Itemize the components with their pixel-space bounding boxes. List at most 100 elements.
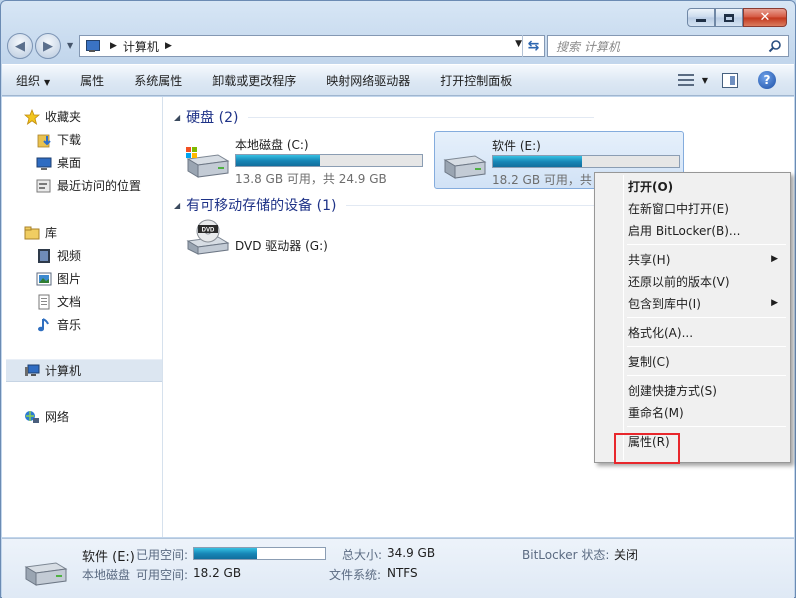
drive-item-dvd[interactable]: DVD DVD 驱动器 (G:) (178, 217, 428, 275)
svg-text:DVD: DVD (202, 228, 215, 234)
search-icon[interactable] (768, 39, 782, 53)
details-usage-bar (193, 547, 326, 560)
organize-label: 组织 (16, 73, 41, 88)
documents-icon (36, 294, 52, 310)
drive-usage-fill (236, 155, 320, 166)
details-used-label: 已用空间: (136, 548, 189, 562)
menu-separator (627, 244, 786, 245)
menu-item-rename[interactable]: 重命名(M) (597, 401, 788, 423)
refresh-icon: ⇆ (527, 38, 540, 54)
submenu-arrow-icon: ▶ (771, 254, 778, 264)
menu-item-bitlocker[interactable]: 启用 BitLocker(B)... (597, 219, 788, 241)
removable-header[interactable]: ◢ 有可移动存储的设备 (1) (174, 195, 594, 215)
view-options-dropdown-icon[interactable]: ▼ (702, 76, 708, 85)
downloads-folder-icon (36, 132, 52, 148)
menu-item-open[interactable]: 打开(O) (597, 175, 788, 197)
preview-pane-icon[interactable] (722, 72, 738, 88)
favorites-group: 收藏夹 下载 桌面 最近访问的位置 (2, 105, 163, 197)
menu-item-label: 包含到库中(I) (628, 296, 701, 311)
menu-item-restore-versions[interactable]: 还原以前的版本(V) (597, 270, 788, 292)
change-view-icon[interactable] (677, 73, 694, 87)
details-pane: 软件 (E:) 已用空间: 本地磁盘 可用空间: 18.2 GB 总大小: 34… (2, 538, 794, 598)
menu-item-share[interactable]: 共享(H) ▶ (597, 248, 788, 270)
map-network-drive-button[interactable]: 映射网络驱动器 (326, 72, 410, 89)
close-button[interactable]: ✕ (743, 8, 787, 27)
sidebar-item-network[interactable]: 网络 (2, 405, 163, 428)
address-row: ◀ ▶ ▼ ▶ 计算机 ▶ ▼ ⇆ 搜索 计算机 (7, 31, 789, 61)
menu-separator (627, 317, 786, 318)
menu-separator (627, 346, 786, 347)
details-fs-value: NTFS (387, 566, 418, 580)
details-bitlocker-label: BitLocker 状态: (522, 548, 610, 562)
sidebar-item-label: 下载 (57, 133, 82, 147)
organize-button[interactable]: 组织 ▼ (16, 72, 50, 89)
sidebar-item-favorites[interactable]: 收藏夹 (2, 105, 163, 128)
hard-disks-header[interactable]: ◢ 硬盘 (2) (174, 107, 594, 127)
back-button[interactable]: ◀ (7, 33, 33, 59)
recent-pages-dropdown[interactable]: ▼ (67, 41, 73, 50)
dvd-drive-icon: DVD (186, 219, 230, 255)
drive-usage-bar (492, 155, 680, 168)
help-icon[interactable]: ? (758, 71, 776, 89)
sidebar-item-downloads[interactable]: 下载 (2, 128, 163, 151)
sidebar-item-label: 文档 (57, 295, 82, 309)
menu-item-create-shortcut[interactable]: 创建快捷方式(S) (597, 379, 788, 401)
computer-icon (24, 363, 40, 379)
menu-item-format[interactable]: 格式化(A)... (597, 321, 788, 343)
menu-separator (627, 426, 786, 427)
sidebar-item-label: 最近访问的位置 (57, 179, 142, 193)
library-icon (24, 225, 40, 241)
menu-item-copy[interactable]: 复制(C) (597, 350, 788, 372)
breadcrumb-chevron-icon[interactable]: ▶ (110, 41, 117, 51)
windows-drive-icon (186, 147, 230, 178)
collapse-triangle-icon[interactable]: ◢ (174, 113, 180, 122)
sidebar-item-label: 收藏夹 (45, 110, 82, 124)
sidebar-item-recent-places[interactable]: 最近访问的位置 (2, 174, 163, 197)
forward-button[interactable]: ▶ (35, 33, 61, 59)
properties-button[interactable]: 属性 (80, 72, 104, 89)
drive-space-info: 13.8 GB 可用，共 24.9 GB (235, 172, 387, 186)
breadcrumb-chevron-icon[interactable]: ▶ (165, 41, 172, 51)
computer-icon (84, 39, 100, 53)
drive-usage-fill (493, 156, 583, 167)
drive-name: DVD 驱动器 (G:) (235, 239, 328, 253)
network-icon (24, 409, 40, 425)
navigation-pane: 收藏夹 下载 桌面 最近访问的位置 库 视频 图片 文档 音乐 计算机 网络 (2, 97, 163, 537)
details-drive-type: 本地磁盘 (82, 568, 131, 582)
system-properties-button[interactable]: 系统属性 (134, 72, 182, 89)
sidebar-item-computer[interactable]: 计算机 (6, 359, 162, 382)
drive-name: 软件 (E:) (492, 139, 541, 153)
menu-item-open-new-window[interactable]: 在新窗口中打开(E) (597, 197, 788, 219)
sidebar-item-desktop[interactable]: 桌面 (2, 151, 163, 174)
context-menu: 打开(O) 在新窗口中打开(E) 启用 BitLocker(B)... 共享(H… (594, 172, 791, 463)
recent-places-icon (36, 178, 52, 194)
star-icon (23, 108, 41, 125)
libraries-group: 库 视频 图片 文档 音乐 (2, 221, 163, 336)
minimize-button[interactable] (687, 8, 715, 27)
drive-item-c[interactable]: 本地磁盘 (C:) 13.8 GB 可用，共 24.9 GB (178, 131, 428, 189)
sidebar-item-documents[interactable]: 文档 (2, 290, 163, 313)
sidebar-item-libraries[interactable]: 库 (2, 221, 163, 244)
breadcrumb-computer[interactable]: 计算机 (123, 38, 159, 55)
command-bar: 组织 ▼ 属性 系统属性 卸载或更改程序 映射网络驱动器 打开控制面板 ▼ ? (2, 64, 794, 96)
uninstall-button[interactable]: 卸载或更改程序 (212, 72, 296, 89)
details-bitlocker-value: 关闭 (614, 548, 639, 562)
window-controls: ✕ (687, 8, 787, 27)
computer-group: 计算机 (2, 359, 163, 382)
maximize-button[interactable] (715, 8, 743, 27)
chevron-down-icon: ▼ (44, 77, 51, 87)
address-dropdown-icon[interactable]: ▼ (515, 39, 522, 49)
search-input[interactable]: 搜索 计算机 (547, 35, 789, 57)
open-control-panel-button[interactable]: 打开控制面板 (440, 72, 512, 89)
menu-item-include-in-library[interactable]: 包含到库中(I) ▶ (597, 292, 788, 314)
close-icon: ✕ (759, 10, 771, 25)
sidebar-item-label: 音乐 (57, 318, 82, 332)
group-divider (346, 204, 594, 206)
drive-usage-bar (235, 154, 423, 167)
sidebar-item-pictures[interactable]: 图片 (2, 267, 163, 290)
refresh-button[interactable]: ⇆ (522, 35, 544, 57)
sidebar-item-music[interactable]: 音乐 (2, 313, 163, 336)
sidebar-item-videos[interactable]: 视频 (2, 244, 163, 267)
address-bar[interactable]: ▶ 计算机 ▶ ▼ ⇆ (79, 35, 545, 57)
collapse-triangle-icon[interactable]: ◢ (174, 201, 180, 210)
